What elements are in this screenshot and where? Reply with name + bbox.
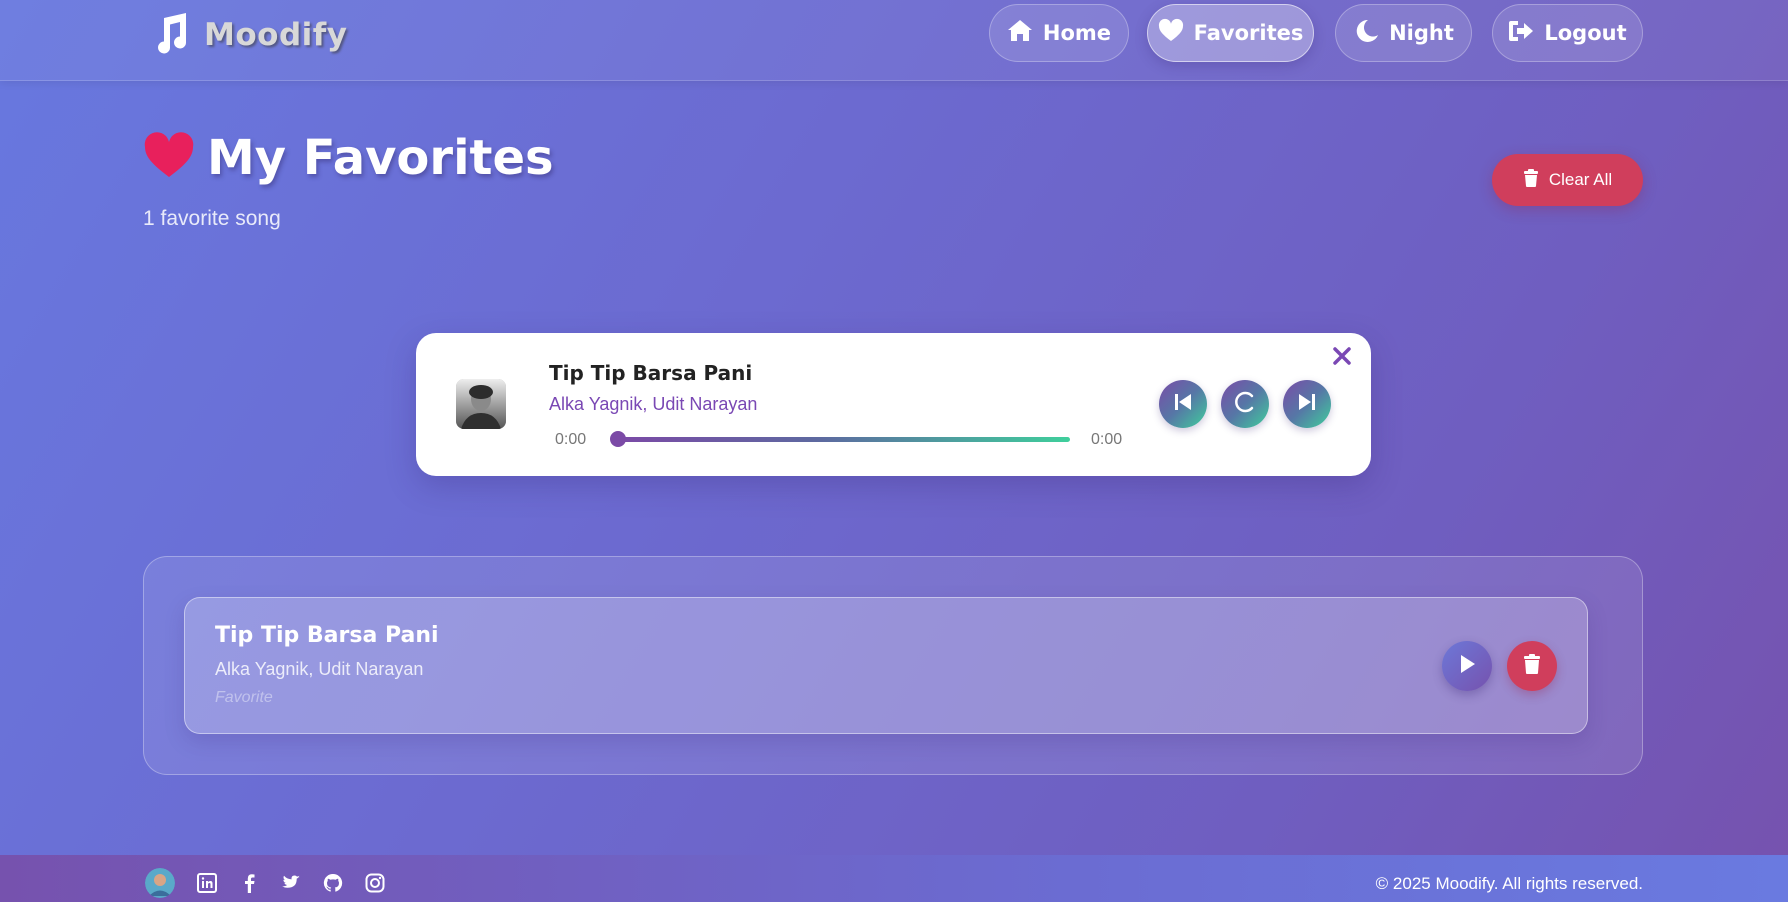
nav-favorites-label: Favorites <box>1193 21 1304 45</box>
list-item[interactable]: Tip Tip Barsa Pani Alka Yagnik, Udit Nar… <box>184 597 1588 734</box>
brand-name: Moodify <box>204 17 348 53</box>
clear-all-button[interactable]: Clear All <box>1492 154 1643 206</box>
previous-button[interactable] <box>1159 380 1207 428</box>
skip-previous-icon <box>1172 391 1194 418</box>
progress-thumb[interactable] <box>610 431 626 447</box>
social-links <box>145 868 385 898</box>
nav-home-button[interactable]: Home <box>989 4 1129 62</box>
album-art <box>456 379 506 429</box>
close-icon <box>1331 347 1353 371</box>
song-artist: Alka Yagnik, Udit Narayan <box>215 659 424 679</box>
trash-icon <box>1523 168 1539 192</box>
progress-bar[interactable] <box>618 437 1070 442</box>
avatar[interactable] <box>145 868 175 898</box>
close-player-button[interactable] <box>1331 345 1355 369</box>
current-time: 0:00 <box>555 431 587 448</box>
skip-next-icon <box>1296 391 1318 418</box>
copyright-text: © 2025 Moodify. All rights reserved. <box>1375 874 1643 893</box>
play-song-button[interactable] <box>1442 641 1492 691</box>
github-icon[interactable] <box>323 873 343 893</box>
next-button[interactable] <box>1283 380 1331 428</box>
play-pause-button[interactable] <box>1221 380 1269 428</box>
play-icon <box>1457 653 1477 680</box>
duration: 0:00 <box>1091 431 1123 448</box>
linkedin-icon[interactable] <box>197 873 217 893</box>
page-title: My Favorites <box>207 130 554 186</box>
nav-favorites-button[interactable]: Favorites <box>1147 4 1314 62</box>
nav-logout-button[interactable]: Logout <box>1492 4 1643 62</box>
heart-icon <box>1158 18 1184 49</box>
page-header: My Favorites <box>143 130 554 186</box>
favorites-list: Tip Tip Barsa Pani Alka Yagnik, Udit Nar… <box>143 556 1643 775</box>
moon-icon <box>1353 18 1379 49</box>
nav-home-label: Home <box>1042 21 1112 45</box>
home-icon <box>1007 18 1033 49</box>
navbar: Moodify Home Favorites Night Logout <box>0 0 1788 81</box>
twitter-icon[interactable] <box>281 873 301 893</box>
heart-icon <box>143 131 195 185</box>
delete-song-button[interactable] <box>1507 641 1557 691</box>
player-song-title: Tip Tip Barsa Pani <box>549 361 753 385</box>
song-tag: Favorite <box>215 689 273 706</box>
loading-spinner-icon <box>1234 391 1256 418</box>
nav-night-button[interactable]: Night <box>1335 4 1472 62</box>
favorites-count: 1 favorite song <box>143 207 281 230</box>
music-note-icon <box>150 12 190 59</box>
trash-icon <box>1522 653 1542 680</box>
footer: © 2025 Moodify. All rights reserved. <box>0 855 1788 902</box>
logout-icon <box>1508 18 1534 49</box>
facebook-icon[interactable] <box>239 873 259 893</box>
nav-night-label: Night <box>1389 21 1454 45</box>
player-song-artist: Alka Yagnik, Udit Narayan <box>549 394 758 414</box>
music-player: Tip Tip Barsa Pani Alka Yagnik, Udit Nar… <box>416 333 1371 476</box>
brand-logo[interactable]: Moodify <box>150 12 347 58</box>
song-title: Tip Tip Barsa Pani <box>215 623 439 648</box>
clear-all-label: Clear All <box>1548 170 1613 189</box>
nav-logout-label: Logout <box>1544 21 1627 45</box>
instagram-icon[interactable] <box>365 873 385 893</box>
